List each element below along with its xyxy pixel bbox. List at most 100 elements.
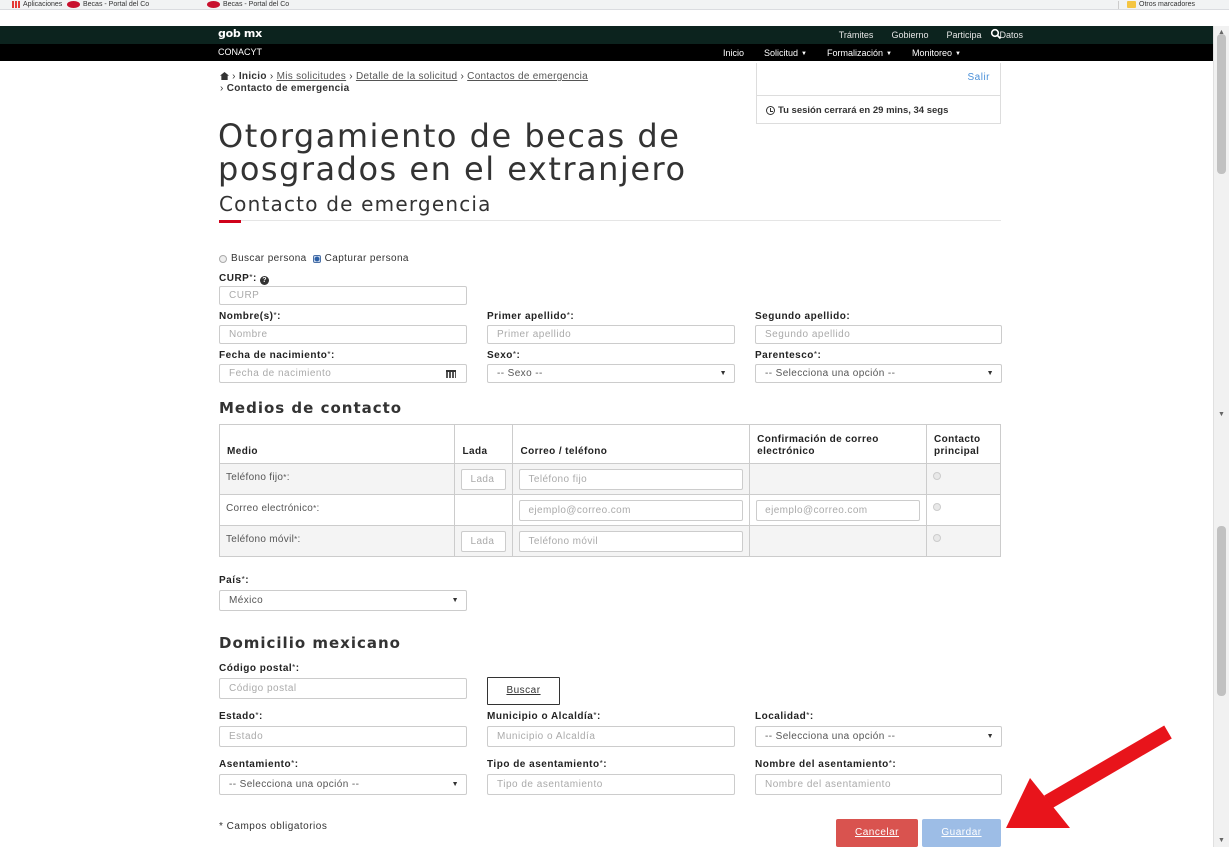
medio-cell: Teléfono fijo*: [218, 463, 456, 495]
radio-label-capturar: Capturar persona [324, 253, 409, 264]
scrollbar-thumb[interactable] [1217, 526, 1226, 696]
nav-gobierno[interactable]: Gobierno [891, 30, 928, 40]
sexo-select[interactable]: -- Sexo -- ▼ [487, 364, 735, 383]
nav-datos[interactable]: Datos [999, 30, 1023, 40]
telefono-fijo-input[interactable]: Teléfono fijo [519, 468, 744, 490]
cancel-button[interactable]: Cancelar [836, 819, 918, 847]
conacyt-navbar: CONACYT Inicio Solicitud ▼ Formalización ▼… [0, 44, 1213, 61]
estado-input[interactable]: Estado [219, 726, 467, 747]
folder-icon [1127, 1, 1136, 8]
col-medio: Medio [218, 424, 456, 464]
bookmark-becas-2[interactable]: Becas - Portal del Co [207, 1, 289, 8]
lada-input[interactable]: Lada [461, 468, 507, 490]
menu-formalizacion[interactable]: Formalización ▼ [827, 48, 892, 58]
fecha-input[interactable]: Fecha de nacimiento [219, 364, 467, 383]
correo-input[interactable]: ejemplo@correo.com [519, 499, 744, 521]
menu-solicitud[interactable]: Solicitud ▼ [764, 48, 807, 58]
breadcrumb-detalle[interactable]: Detalle de la solicitud [356, 71, 457, 82]
parentesco-select[interactable]: -- Selecciona una opción -- ▼ [755, 364, 1002, 383]
segundo-apellido-input[interactable]: Segundo apellido [755, 325, 1002, 344]
bookmark-becas-1[interactable]: Becas - Portal del Co [67, 1, 149, 8]
breadcrumb-contactos[interactable]: Contactos de emergencia [467, 71, 588, 82]
sexo-label: Sexo*: [487, 350, 521, 361]
lada-input[interactable]: Lada [461, 530, 507, 552]
section-title: Contacto de emergencia [219, 192, 492, 216]
principal-cell [926, 463, 1001, 495]
asentamiento-label: Asentamiento*: [219, 759, 299, 770]
pais-select[interactable]: México ▼ [219, 590, 467, 611]
col-confirmacion: Confirmación de correo electrónico [749, 424, 927, 464]
nav-participa[interactable]: Participa [946, 30, 981, 40]
gobmx-logo[interactable]: gob mx [218, 27, 262, 40]
help-icon[interactable]: ? [260, 276, 270, 285]
apps-icon [12, 1, 20, 8]
scroll-down-icon[interactable]: ▼ [1218, 411, 1225, 418]
table-row: Correo electrónico*: ejemplo@correo.com … [218, 494, 1001, 526]
buscar-button[interactable]: Buscar [487, 677, 560, 705]
breadcrumb-current: Contacto de emergencia [226, 83, 350, 94]
segundo-apellido-label: Segundo apellido: [755, 311, 851, 322]
radio-label-buscar: Buscar persona [231, 253, 307, 264]
session-panel: Salir Tu sesión cerrará en 29 mins, 34 s… [756, 63, 1001, 124]
correo-confirmacion-input[interactable]: ejemplo@correo.com [756, 499, 920, 521]
lada-cell: Lada [454, 463, 514, 495]
principal-cell [926, 525, 1001, 557]
page-scrollbar[interactable]: ▲ ▼ ▼ [1213, 26, 1229, 847]
scroll-down-icon[interactable]: ▼ [1218, 837, 1225, 844]
curp-label: CURP*: ? [219, 273, 270, 285]
fecha-label: Fecha de nacimiento*: [219, 350, 335, 361]
cp-input[interactable]: Código postal [219, 678, 467, 699]
title-divider [219, 220, 1001, 221]
nombre-label: Nombre(s)*: [219, 311, 281, 322]
save-button[interactable]: Guardar [922, 819, 1001, 847]
pais-label: País*: [219, 575, 250, 586]
col-correo-telefono: Correo / teléfono [512, 424, 751, 464]
localidad-label: Localidad*: [755, 711, 814, 722]
breadcrumb: › Inicio › Mis solicitudes › Detalle de … [220, 71, 589, 94]
valor-cell: ejemplo@correo.com [512, 494, 751, 526]
clock-icon [766, 106, 775, 115]
home-icon[interactable] [220, 72, 229, 80]
telefono-movil-input[interactable]: Teléfono móvil [519, 530, 744, 552]
lada-cell: Lada [454, 525, 514, 557]
dropdown-arrow-icon: ▼ [451, 597, 459, 604]
principal-radio[interactable] [933, 502, 941, 511]
calendar-icon[interactable] [446, 370, 456, 378]
asentamiento-select[interactable]: -- Selecciona una opción -- ▼ [219, 774, 467, 795]
nombre-asentamiento-input[interactable]: Nombre del asentamiento [755, 774, 1002, 795]
menu-inicio[interactable]: Inicio [723, 48, 744, 58]
breadcrumb-home[interactable]: Inicio [239, 71, 267, 82]
radio-buscar-persona[interactable] [219, 254, 227, 263]
page-title: Otorgamiento de becas de posgrados en el… [218, 117, 687, 188]
municipio-input[interactable]: Municipio o Alcaldía [487, 726, 735, 747]
medio-cell: Correo electrónico*: [218, 494, 456, 526]
caret-down-icon: ▼ [886, 50, 892, 57]
principal-radio[interactable] [933, 533, 941, 542]
bookmark-other[interactable]: Otros marcadores [1127, 1, 1195, 8]
session-timer: Tu sesión cerrará en 29 mins, 34 segs [766, 105, 948, 116]
valor-cell: Teléfono móvil [512, 525, 751, 557]
bookmark-apps[interactable]: Aplicaciones [12, 1, 62, 8]
breadcrumb-mis-solicitudes[interactable]: Mis solicitudes [277, 71, 347, 82]
principal-radio[interactable] [933, 471, 941, 480]
search-icon[interactable] [990, 28, 1002, 40]
cp-label: Código postal*: [219, 663, 300, 674]
logout-link[interactable]: Salir [967, 72, 990, 83]
estado-label: Estado*: [219, 711, 263, 722]
annotation-arrow-icon [1006, 725, 1172, 828]
nombre-input[interactable]: Nombre [219, 325, 467, 344]
confirmacion-cell [749, 525, 927, 557]
gobmx-navbar: gob mx Trámites Gobierno Participa Datos [0, 26, 1213, 44]
localidad-select[interactable]: -- Selecciona una opción -- ▼ [755, 726, 1002, 747]
scrollbar-thumb[interactable] [1217, 34, 1226, 174]
org-name: CONACYT [218, 47, 263, 57]
radio-capturar-persona[interactable] [312, 254, 321, 263]
nav-tramites[interactable]: Trámites [839, 30, 874, 40]
bookmarks-separator [1118, 1, 1119, 9]
curp-input[interactable]: CURP [219, 286, 467, 305]
parentesco-label: Parentesco*: [755, 350, 822, 361]
menu-monitoreo[interactable]: Monitoreo ▼ [912, 48, 961, 58]
tipo-asentamiento-input[interactable]: Tipo de asentamiento [487, 774, 735, 795]
conacyt-favicon [67, 1, 80, 8]
primer-apellido-input[interactable]: Primer apellido [487, 325, 735, 344]
